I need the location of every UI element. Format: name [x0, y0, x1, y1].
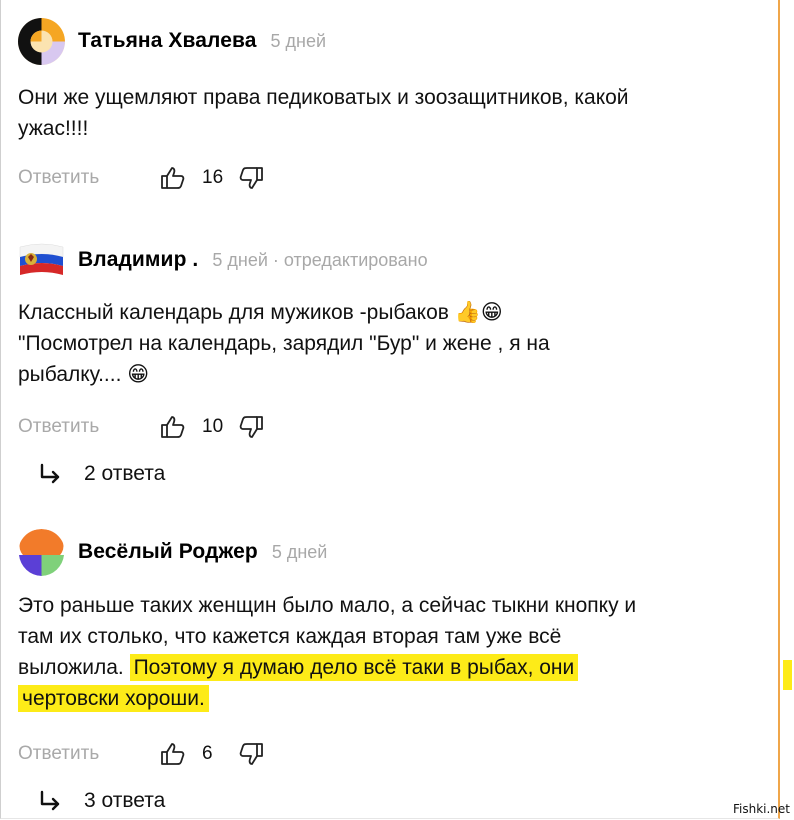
reply-button[interactable]: Ответить — [18, 416, 160, 438]
replies-count-label[interactable]: 3 ответа — [84, 789, 165, 813]
replies-count-label[interactable]: 2 ответа — [84, 462, 165, 486]
comment-header: Владимир . 5 дней · отредактировано — [18, 235, 428, 285]
reply-button[interactable]: Ответить — [18, 167, 160, 189]
show-replies-link[interactable]: 3 ответа — [38, 786, 165, 816]
comment-time: 5 дней — [270, 30, 327, 51]
author-name[interactable]: Весёлый Роджер — [78, 540, 258, 564]
highlight-fragment — [783, 660, 792, 690]
comment-time: 5 дней — [271, 541, 328, 562]
avatar[interactable] — [18, 528, 65, 576]
show-replies-link[interactable]: 2 ответа — [38, 459, 165, 489]
comment-text: Это раньше таких женщин было мало, а сей… — [18, 590, 638, 714]
thumbs-up-icon[interactable] — [160, 165, 186, 191]
comment-header: Весёлый Роджер 5 дней — [18, 527, 327, 577]
likes-count: 6 — [202, 743, 213, 764]
comment-actions: Ответить 16 — [18, 163, 264, 193]
thumbs-down-icon[interactable] — [238, 741, 264, 767]
likes-count: 10 — [202, 416, 224, 437]
thumbs-up-icon[interactable] — [160, 741, 186, 767]
author-name[interactable]: Татьяна Хвалева — [78, 29, 257, 53]
author-name[interactable]: Владимир . — [78, 248, 198, 272]
avatar[interactable] — [18, 236, 65, 284]
comment-time: 5 дней · отредактировано — [212, 249, 428, 270]
avatar[interactable] — [18, 17, 65, 65]
thumbs-down-icon[interactable] — [238, 165, 264, 191]
reply-arrow-icon — [38, 463, 64, 485]
comment-actions: Ответить 10 — [18, 412, 264, 442]
reply-button[interactable]: Ответить — [18, 743, 160, 765]
comment-header: Татьяна Хвалева 5 дней — [18, 16, 326, 66]
thumbs-down-icon[interactable] — [238, 414, 264, 440]
comment-text: Классный календарь для мужиков -рыбаков … — [18, 301, 550, 386]
reply-arrow-icon — [38, 790, 64, 812]
likes-count: 16 — [202, 167, 224, 188]
watermark: Fishki.net — [732, 802, 790, 816]
thumbs-up-icon[interactable] — [160, 414, 186, 440]
comment-actions: Ответить 6 — [18, 739, 264, 769]
comment-text: Они же ущемляют права педиковатых и зооз… — [18, 86, 629, 140]
